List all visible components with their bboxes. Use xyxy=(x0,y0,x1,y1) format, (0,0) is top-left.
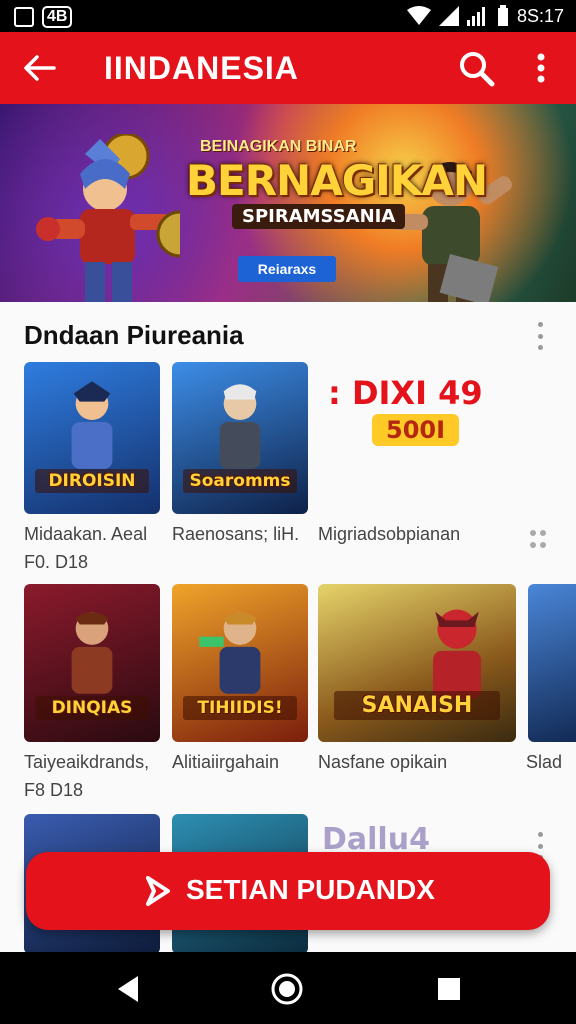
system-nav-bar xyxy=(0,952,576,1024)
section-title: Dndaan Piureania xyxy=(24,320,244,350)
app-bar: IINDANESIA xyxy=(0,32,576,104)
grid-menu-icon[interactable] xyxy=(530,530,548,552)
promo-block[interactable]: : DIXI 49 500I xyxy=(328,374,483,446)
game-character-icon xyxy=(432,609,481,699)
image-icon xyxy=(14,7,34,27)
play-icon xyxy=(146,876,170,906)
game-logo: TIHIIDIS! xyxy=(182,695,298,720)
game-title: Nasfane opikain xyxy=(318,752,448,772)
promo-badge: 500I xyxy=(372,414,460,446)
wifi-icon xyxy=(406,6,431,25)
game-logo: DIROISIN xyxy=(34,468,150,493)
game-tile[interactable]: Soaromms xyxy=(172,362,308,514)
setup-button-label: SETIAN PUDANDX xyxy=(186,874,435,905)
banner-headline: BERNAGIKAN xyxy=(186,156,488,205)
game-character-icon xyxy=(219,384,261,470)
promo-text: : DIXI 49 xyxy=(328,374,483,412)
game-subtitle: F8 D18 xyxy=(24,780,84,800)
game-tile[interactable] xyxy=(528,584,576,742)
game-title: Migriadsobpianan xyxy=(318,524,461,544)
nav-recents-icon[interactable] xyxy=(432,972,466,1006)
promo-banner[interactable]: BEINAGIKAN BINAR BERNAGIKAN SPIRAMSSANIA… xyxy=(0,104,576,302)
clock: 8S:17 xyxy=(516,5,564,26)
game-tile[interactable]: DIROISIN xyxy=(24,362,160,514)
game-tile[interactable]: DINQIAS xyxy=(24,584,160,742)
more-options-icon[interactable] xyxy=(526,50,556,86)
hero-warrior-illustration xyxy=(36,134,180,302)
search-icon[interactable] xyxy=(458,50,496,88)
banner-tagline: BEINAGIKAN BINAR xyxy=(200,138,357,155)
game-logo: SANAISH xyxy=(333,690,501,720)
section-more-icon[interactable] xyxy=(532,322,548,350)
game-title: Slad xyxy=(526,752,563,772)
nav-back-icon[interactable] xyxy=(112,972,146,1006)
banner-button[interactable]: Reiaraxs xyxy=(238,256,336,282)
signal-bars-icon xyxy=(466,7,485,26)
game-character-icon xyxy=(71,612,113,694)
game-logo: Soaromms xyxy=(182,468,298,493)
status-bar: 4B 8S:17 xyxy=(0,0,576,32)
game-title: Taiyeaikdrands, xyxy=(24,752,150,772)
game-character-icon xyxy=(71,381,113,470)
nav-home-icon[interactable] xyxy=(270,972,304,1006)
game-character-icon xyxy=(199,612,261,694)
banner-subtitle: SPIRAMSSANIA xyxy=(232,204,406,229)
game-title: Raenosans; liH. xyxy=(172,524,300,544)
setup-button[interactable]: SETIAN PUDANDX xyxy=(26,852,550,930)
signal-icon xyxy=(438,6,459,26)
game-title: Alitiaiirgahain xyxy=(172,752,280,772)
game-tile[interactable]: SANAISH xyxy=(318,584,516,742)
app-title: IINDANESIA xyxy=(104,50,299,86)
game-subtitle: F0. D18 xyxy=(24,552,89,572)
status-badge: 4B xyxy=(42,6,73,28)
game-tile[interactable]: TIHIIDIS! xyxy=(172,584,308,742)
game-logo: DINQIAS xyxy=(34,695,150,720)
battery-icon xyxy=(497,5,508,26)
game-title: Midaakan. Aeal xyxy=(24,524,148,544)
back-arrow-icon[interactable] xyxy=(22,50,58,86)
